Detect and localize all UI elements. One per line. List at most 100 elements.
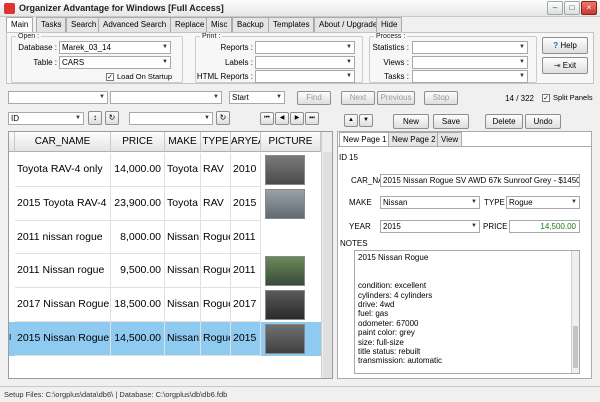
refresh-button[interactable]: ↻ xyxy=(105,111,119,125)
split-panels-checkbox[interactable]: ✓ xyxy=(542,94,550,102)
cell-make[interactable]: Nissan xyxy=(165,288,201,322)
save-record-button[interactable]: Save xyxy=(433,114,469,129)
filter-select[interactable]: ▼ xyxy=(129,112,213,125)
search-start-select[interactable]: Start ▼ xyxy=(229,91,285,104)
grid-vertical-scrollbar[interactable] xyxy=(321,132,332,378)
notes-field[interactable]: 2015 Nissan Rogue condition: excellent c… xyxy=(354,250,580,374)
cell-car-name[interactable]: Toyota RAV-4 only xyxy=(15,153,111,187)
tab-hide[interactable]: Hide xyxy=(376,17,403,32)
cell-car-name[interactable]: 2015 Nissan Rogue xyxy=(15,322,111,356)
car-picture-thumbnail[interactable] xyxy=(265,188,305,219)
tab-misc[interactable]: Misc xyxy=(206,17,233,32)
column-header-type[interactable]: TYPE xyxy=(201,132,231,152)
tab-new-page-1[interactable]: New Page 1 xyxy=(339,132,391,146)
statistics-select[interactable]: ▼ xyxy=(412,41,528,54)
cell-year[interactable]: 2017 xyxy=(231,288,261,322)
cell-make[interactable]: Toyota xyxy=(165,186,201,221)
help-button[interactable]: ? Help xyxy=(542,37,588,54)
filter-refresh-button[interactable]: ↻ xyxy=(216,111,230,125)
cell-year[interactable]: 2010 xyxy=(231,153,261,187)
cell-year[interactable]: 2015 xyxy=(231,186,261,221)
tab-about-upgrade[interactable]: About / Upgrade xyxy=(314,17,383,32)
car-picture-thumbnail[interactable] xyxy=(265,290,305,320)
tab-main[interactable]: Main xyxy=(6,17,34,33)
undo-button[interactable]: Undo xyxy=(525,114,561,129)
cell-type[interactable]: Rogue xyxy=(201,254,231,289)
tab-view[interactable]: View xyxy=(437,132,463,146)
cell-make[interactable]: Nissan xyxy=(165,322,201,356)
maximize-button[interactable]: □ xyxy=(564,1,580,15)
make-select[interactable]: Nissan ▼ xyxy=(380,196,480,209)
first-record-button[interactable]: ⏮ xyxy=(260,112,274,125)
previous-button[interactable]: Previous xyxy=(377,91,415,105)
price-field[interactable]: 14,500.00 xyxy=(509,220,580,233)
labels-select[interactable]: ▼ xyxy=(255,56,355,69)
html-reports-select[interactable]: ▼ xyxy=(255,70,355,83)
cell-type[interactable]: Rogue xyxy=(201,322,231,356)
car-picture-thumbnail[interactable] xyxy=(265,155,305,185)
cell-type[interactable]: Rogue xyxy=(201,220,231,255)
cell-price[interactable]: 23,900.00 xyxy=(111,186,165,221)
car-picture-thumbnail[interactable] xyxy=(265,256,305,287)
last-record-button[interactable]: ⏭ xyxy=(305,112,319,125)
tab-tasks[interactable]: Tasks xyxy=(36,17,67,32)
year-select[interactable]: 2015 ▼ xyxy=(380,220,480,233)
notes-scrollbar[interactable] xyxy=(571,251,579,373)
load-on-startup-checkbox[interactable]: ✓ xyxy=(106,73,114,81)
cell-price[interactable]: 18,500.00 xyxy=(111,288,165,322)
column-header-make[interactable]: MAKE xyxy=(165,132,201,152)
tab-replace[interactable]: Replace xyxy=(170,17,210,32)
scroll-up-button[interactable]: ▲ xyxy=(344,114,358,127)
database-select[interactable]: Marek_03_14 ▼ xyxy=(59,41,171,54)
cell-type[interactable]: RAV xyxy=(201,186,231,221)
column-header-price[interactable]: PRICE xyxy=(111,132,165,152)
notes-scrollbar-thumb[interactable] xyxy=(573,326,578,368)
cell-car-name[interactable]: 2011 Nissan rogue xyxy=(15,254,111,289)
tab-search[interactable]: Search xyxy=(66,17,102,32)
cell-car-name[interactable]: 2017 Nissan Rogue xyxy=(15,288,111,322)
cell-year[interactable]: 2011 xyxy=(231,254,261,289)
column-header-aryea[interactable]: ARYEA xyxy=(231,132,261,152)
sort-field-select[interactable]: ID ▼ xyxy=(8,112,84,125)
exit-button[interactable]: ⇥ Exit xyxy=(542,57,588,74)
delete-record-button[interactable]: Delete xyxy=(485,114,523,129)
cell-price[interactable]: 9,500.00 xyxy=(111,254,165,289)
tab-templates[interactable]: Templates xyxy=(268,17,315,32)
stop-button[interactable]: Stop xyxy=(424,91,458,105)
next-record-button[interactable]: ▶ xyxy=(290,112,304,125)
tab-backup[interactable]: Backup xyxy=(232,17,269,32)
cell-car-name[interactable]: 2015 Toyota RAV-4 xyxy=(15,186,111,221)
search-value-select[interactable]: ▼ xyxy=(110,91,222,104)
cell-price[interactable]: 14,000.00 xyxy=(111,153,165,187)
cell-make[interactable]: Nissan xyxy=(165,220,201,255)
type-select[interactable]: Rogue ▼ xyxy=(506,196,580,209)
car-picture-thumbnail[interactable] xyxy=(265,324,305,354)
next-button[interactable]: Next xyxy=(341,91,375,105)
cell-make[interactable]: Toyota xyxy=(165,153,201,187)
cell-year[interactable]: 2011 xyxy=(231,220,261,255)
sort-order-button[interactable]: ↕ xyxy=(88,111,102,125)
tasks-select[interactable]: ▼ xyxy=(412,70,528,83)
close-button[interactable]: × xyxy=(581,1,597,15)
views-select[interactable]: ▼ xyxy=(412,56,528,69)
prev-record-button[interactable]: ◀ xyxy=(275,112,289,125)
find-button[interactable]: Find xyxy=(297,91,331,105)
new-record-button[interactable]: New xyxy=(393,114,429,129)
reports-select[interactable]: ▼ xyxy=(255,41,355,54)
cell-make[interactable]: Nissan xyxy=(165,254,201,289)
cell-type[interactable]: RAV xyxy=(201,153,231,187)
cell-price[interactable]: 14,500.00 xyxy=(111,322,165,356)
minimize-button[interactable]: – xyxy=(547,1,563,15)
tab-advanced-search[interactable]: Advanced Search xyxy=(98,17,172,32)
search-field-select[interactable]: ▼ xyxy=(8,91,108,104)
table-select[interactable]: CARS ▼ xyxy=(59,56,171,69)
scroll-down-button[interactable]: ▼ xyxy=(359,114,373,127)
cell-price[interactable]: 8,000.00 xyxy=(111,220,165,255)
cell-car-name[interactable]: 2011 nissan rogue xyxy=(15,220,111,255)
tab-new-page-2[interactable]: New Page 2 xyxy=(388,132,440,146)
cell-year[interactable]: 2015 xyxy=(231,322,261,356)
car-name-field[interactable]: 2015 Nissan Rogue SV AWD 67k Sunroof Gre… xyxy=(380,174,580,187)
column-header-car-name[interactable]: CAR_NAME xyxy=(15,132,111,152)
cell-type[interactable]: Rogue xyxy=(201,288,231,322)
column-header-picture[interactable]: PICTURE xyxy=(261,132,321,152)
